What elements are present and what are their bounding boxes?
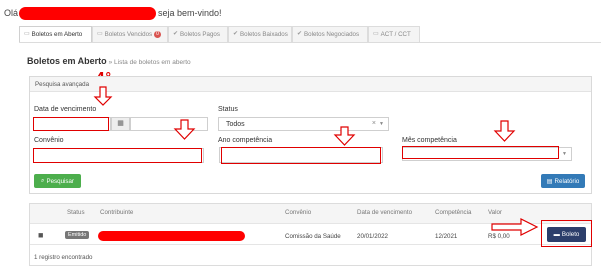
arrow-down-icon <box>173 119 196 140</box>
arrow-down-icon <box>93 86 113 106</box>
arrow-down-icon <box>493 120 516 142</box>
arrow-right-icon <box>491 218 539 236</box>
arrow-down-icon <box>333 126 356 146</box>
annotation-arrows <box>93 86 539 236</box>
